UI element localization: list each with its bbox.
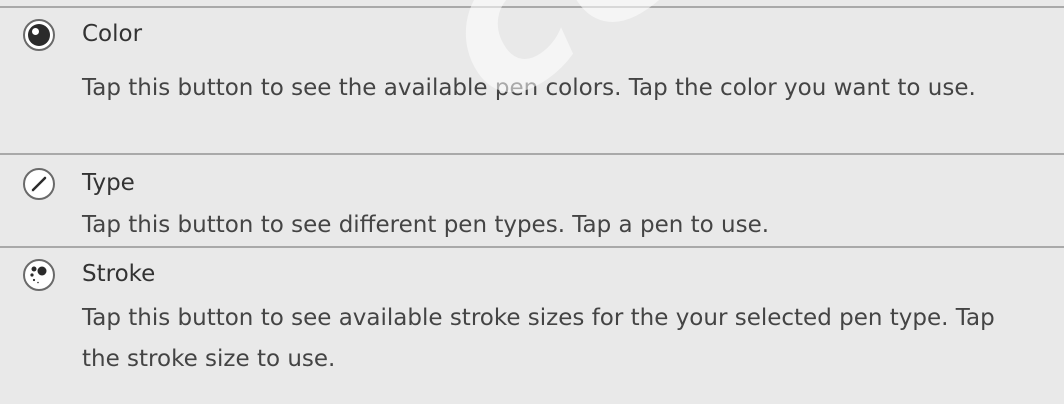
- row-stroke: Stroke Tap this button to see available …: [0, 246, 1064, 404]
- row-type: Type Tap this button to see different pe…: [0, 153, 1064, 246]
- row-description: Tap this button to see different pen typ…: [82, 212, 770, 238]
- pen-options-table: Color Tap this button to see the availab…: [0, 0, 1064, 404]
- row-title: Type: [82, 170, 135, 196]
- row-title: Color: [82, 21, 143, 47]
- row-color: Color Tap this button to see the availab…: [0, 6, 1064, 153]
- row-description: Tap this button to see available stroke …: [82, 305, 995, 372]
- row-title: Stroke: [82, 261, 156, 287]
- row-description: Tap this button to see the available pen…: [82, 75, 976, 101]
- pen-type-icon: [22, 167, 56, 201]
- color-palette-icon: [22, 18, 56, 52]
- stroke-size-icon: [22, 258, 56, 292]
